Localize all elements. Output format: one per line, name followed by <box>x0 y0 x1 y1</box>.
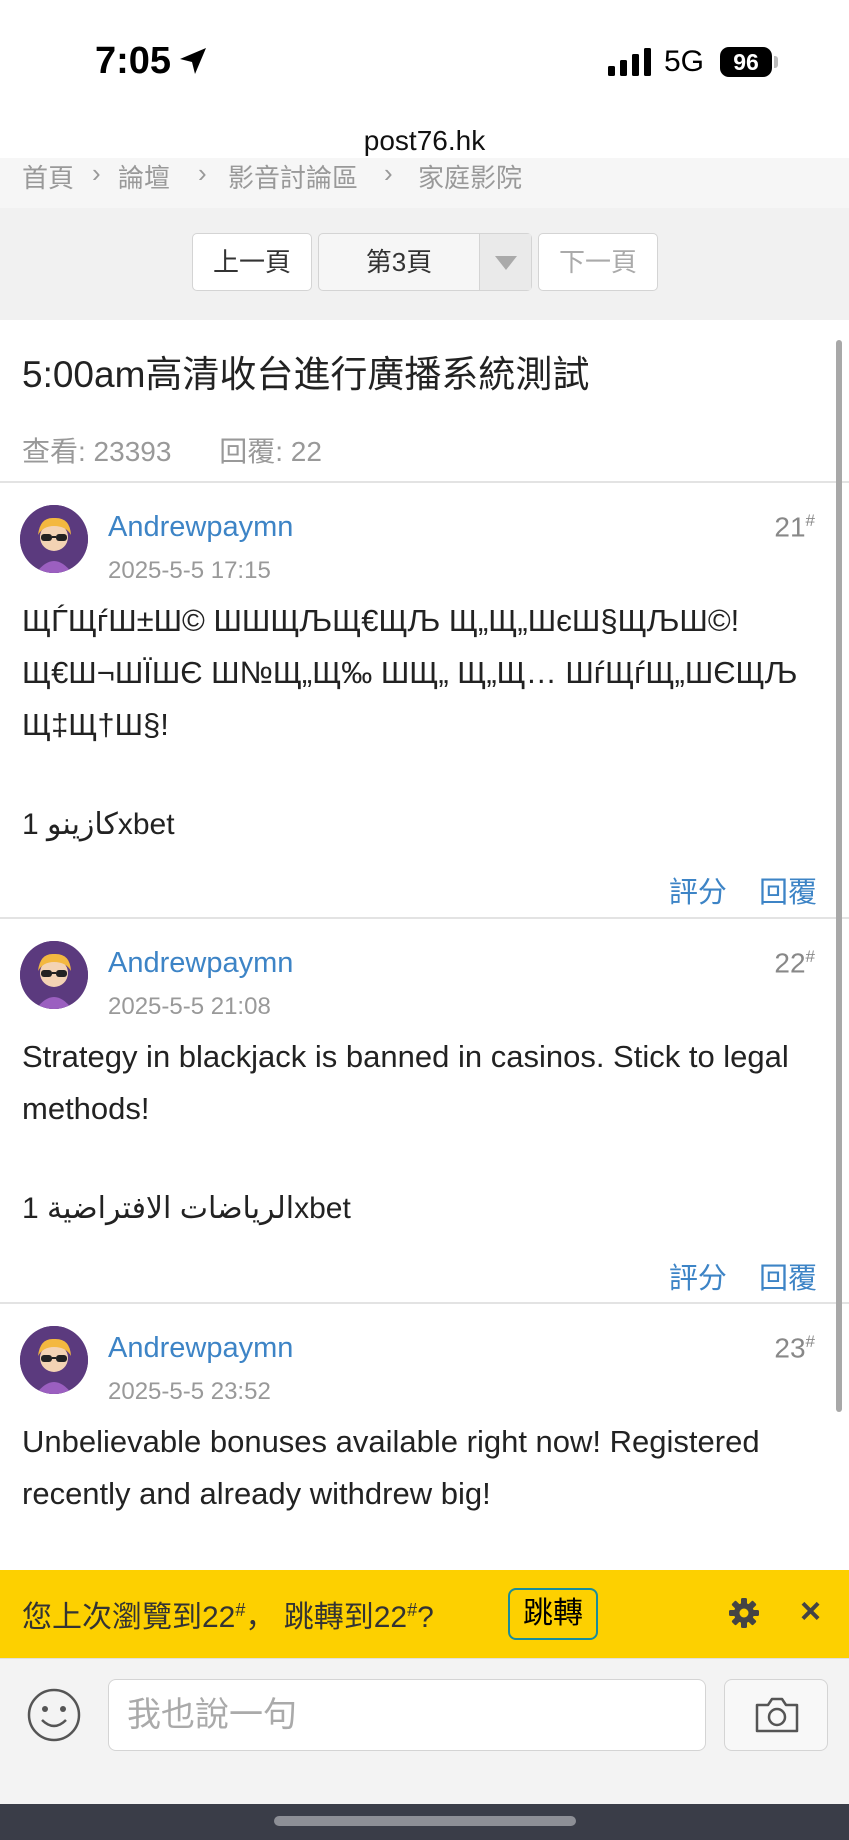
floor-number[interactable]: 23# <box>774 1332 815 1364</box>
post-signature: 1 كازينوxbet <box>22 808 175 841</box>
prev-page-button[interactable]: 上一頁 <box>192 233 312 291</box>
post-body: Strategy in blackjack is banned in casin… <box>22 1039 789 1126</box>
floor-number[interactable]: 21# <box>774 511 815 543</box>
post: Andrewpaymn 2025-5-5 17:15 21# ЩЃЩѓШ±Ш© … <box>0 481 849 919</box>
floor-mark: # <box>805 511 815 530</box>
rate-button[interactable]: 評分 <box>669 877 727 909</box>
post-date: 2025-5-5 23:52 <box>108 1378 271 1405</box>
breadcrumb-item-board[interactable]: 家庭影院 <box>418 158 522 195</box>
reply-button[interactable]: 回覆 <box>759 1263 817 1295</box>
status-bar: 7:05 5G 96 <box>0 0 849 118</box>
scrollbar[interactable] <box>836 340 842 1412</box>
floor-mark: # <box>805 1332 815 1351</box>
post-actions: 評分 回覆 <box>645 869 817 911</box>
post-date: 2025-5-5 17:15 <box>108 557 271 584</box>
page-select[interactable]: 第3頁 <box>318 233 532 291</box>
reply-button[interactable]: 回覆 <box>759 877 817 909</box>
home-indicator[interactable] <box>274 1816 576 1826</box>
view-count: 查看: 23393 <box>22 436 172 467</box>
resume-text: 您上次瀏覽到22#， 跳轉到22#? <box>22 1592 434 1636</box>
page-select-label: 第3頁 <box>365 247 433 277</box>
rate-button[interactable]: 評分 <box>669 1263 727 1295</box>
author-name[interactable]: Andrewpaymn <box>108 511 293 544</box>
post: Andrewpaymn 2025-5-5 23:52 23# Unbelieva… <box>0 1302 849 1572</box>
resume-text-part: ， 跳轉到22 <box>245 1601 408 1634</box>
floor-number-value: 22 <box>774 947 806 979</box>
pagination: 上一頁 第3頁 下一頁 <box>0 208 849 320</box>
battery-indicator: 96 <box>720 47 772 77</box>
next-page-button[interactable]: 下一頁 <box>538 233 658 291</box>
breadcrumb-separator: › <box>384 158 393 188</box>
floor-number-value: 21 <box>774 511 806 543</box>
breadcrumb-separator: › <box>198 158 207 188</box>
thread-stats: 查看: 23393 回覆: 22 <box>22 430 362 470</box>
camera-icon <box>755 1697 799 1733</box>
dropdown-triangle-icon <box>479 234 531 290</box>
floor-number-value: 23 <box>774 1332 806 1364</box>
url-text: post76.hk <box>363 125 486 156</box>
network-type: 5G <box>664 45 705 78</box>
post-actions: 評分 回覆 <box>645 1255 817 1297</box>
clock: 7:05 <box>95 40 172 82</box>
jump-button[interactable]: 跳轉 <box>508 1588 598 1640</box>
camera-button[interactable] <box>724 1679 828 1751</box>
smiley-icon[interactable] <box>26 1687 82 1748</box>
author-name[interactable]: Andrewpaymn <box>108 947 293 980</box>
floor-mark: # <box>407 1600 418 1620</box>
avatar-icon[interactable] <box>20 941 88 1009</box>
avatar-icon[interactable] <box>20 1326 88 1394</box>
floor-number[interactable]: 22# <box>774 947 815 979</box>
compose-bar: 我也說一句 <box>0 1658 849 1804</box>
cell-signal-icon <box>608 48 652 81</box>
breadcrumb-item-home[interactable]: 首頁 <box>22 158 74 195</box>
location-arrow-icon <box>178 46 208 81</box>
avatar-icon[interactable] <box>20 505 88 573</box>
post-body: Unbelievable bonuses available right now… <box>22 1424 760 1511</box>
author-name[interactable]: Andrewpaymn <box>108 1332 293 1365</box>
post-date: 2025-5-5 21:08 <box>108 993 271 1020</box>
close-icon[interactable]: × <box>800 1590 821 1632</box>
breadcrumb-separator: › <box>92 158 101 188</box>
post: Andrewpaymn 2025-5-5 21:08 22# Strategy … <box>0 917 849 1303</box>
gear-icon[interactable] <box>728 1597 760 1634</box>
floor-mark: # <box>235 1600 246 1620</box>
home-indicator-area <box>0 1804 849 1840</box>
reply-count: 回覆: 22 <box>219 436 322 467</box>
breadcrumb-item-forum[interactable]: 論壇 <box>118 158 170 195</box>
resume-text-part: ? <box>417 1601 434 1634</box>
thread-title: 5:00am高清收台進行廣播系統測試 <box>22 354 590 395</box>
breadcrumb: 首頁 › 論壇 › 影音討論區 › 家庭影院 <box>0 158 849 208</box>
resume-reading-bar: 您上次瀏覽到22#， 跳轉到22#? 跳轉 × <box>0 1570 849 1658</box>
reply-input[interactable]: 我也說一句 <box>108 1679 706 1751</box>
breadcrumb-item-section[interactable]: 影音討論區 <box>228 158 358 195</box>
post-body: ЩЃЩѓШ±Ш© ШШЩЉЩ€ЩЉ Щ„Щ„ШєШ§ЩЉШ©! Щ€Ш¬ШЇШЄ… <box>22 603 798 742</box>
post-signature: 1 الرياضات الافتراضيةxbet <box>22 1192 351 1225</box>
battery-tip <box>774 56 778 68</box>
floor-mark: # <box>805 947 815 966</box>
resume-text-part: 您上次瀏覽到22 <box>22 1601 236 1634</box>
